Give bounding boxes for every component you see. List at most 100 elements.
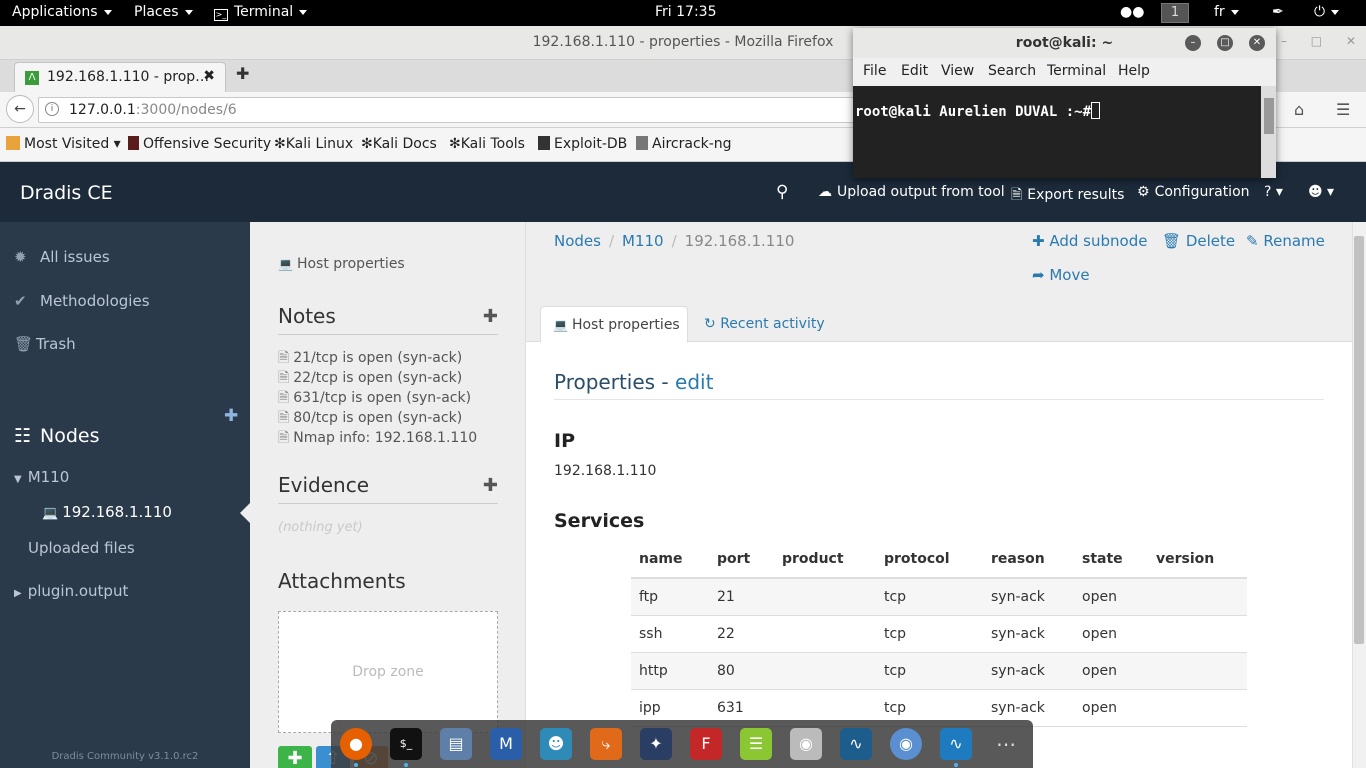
terminal-app-menu[interactable]: >_ Terminal [214, 4, 308, 21]
user-menu-icon[interactable]: ☻ ▾ [1308, 184, 1334, 200]
nodes-heading: ☷ Nodes [14, 425, 100, 447]
minimize-icon[interactable]: – [1185, 35, 1201, 51]
close-icon[interactable]: ✕ [1249, 35, 1265, 51]
add-evidence-icon[interactable]: ✚ [483, 475, 498, 496]
terminal-icon[interactable]: $_ [390, 728, 422, 760]
power-icon[interactable]: ⏻ [1314, 4, 1340, 20]
note-item[interactable]: 🗎 631/tcp is open (syn-ack) [278, 388, 477, 408]
menu-search[interactable]: Search [988, 63, 1036, 79]
folder-icon [6, 136, 20, 150]
places-menu[interactable]: Places [134, 4, 193, 20]
menu-terminal[interactable]: Terminal [1047, 63, 1106, 79]
search-icon[interactable]: ⚲ [776, 182, 788, 202]
cell-protocol: tcp [876, 615, 983, 653]
breadcrumb-nodes[interactable]: Nodes [554, 232, 601, 250]
configuration-button[interactable]: ⚙ Configuration [1137, 184, 1250, 200]
dradis-brand[interactable]: Dradis CE [20, 182, 113, 204]
clock[interactable]: Fri 17:35 [655, 4, 716, 20]
add-note-icon[interactable]: ✚ [483, 306, 498, 327]
back-arrow-icon[interactable]: ← [6, 95, 34, 123]
caret-down-icon[interactable]: ▼ [14, 474, 22, 485]
applications-menu[interactable]: Applications [12, 4, 112, 20]
bookmark-kali-linux[interactable]: ✻Kali Linux [274, 136, 353, 152]
wireshark-alt-icon[interactable]: ∿ [940, 728, 972, 760]
maximize-icon[interactable]: □ [1217, 35, 1233, 51]
cell-product [774, 578, 876, 616]
shell-prompt: root@kali Aurelien DUVAL :~# [855, 102, 1101, 120]
delete-button[interactable]: 🗑 Delete [1162, 232, 1235, 250]
note-item[interactable]: 🗎 Nmap info: 192.168.1.110 [278, 428, 477, 448]
tree-node-host[interactable]: 💻 192.168.1.110 [42, 503, 172, 521]
menu-help[interactable]: Help [1118, 63, 1150, 79]
info-icon[interactable]: i [45, 102, 59, 116]
breadcrumb-current: 192.168.1.110 [684, 232, 795, 250]
close-icon[interactable]: ✕ [1346, 34, 1356, 48]
chromium-icon[interactable]: ◉ [890, 728, 922, 760]
sidebar-item-all-issues[interactable]: ✹ All issues [14, 248, 110, 266]
cell-state: open [1074, 578, 1148, 616]
check-icon: ✔ [14, 292, 27, 310]
note-item[interactable]: 🗎 22/tcp is open (syn-ack) [278, 368, 477, 388]
upload-output-button[interactable]: ☁ Upload output from tool [818, 184, 1005, 200]
note-item[interactable]: 🗎 80/tcp is open (syn-ack) [278, 408, 477, 428]
dradis-favicon: Λ [25, 71, 39, 85]
drop-zone[interactable]: Drop zone [278, 611, 498, 733]
page-scrollbar-thumb[interactable] [1354, 236, 1364, 644]
show-apps-icon[interactable]: ⋯ [990, 728, 1022, 760]
tree-node-uploaded-files[interactable]: Uploaded files [28, 539, 135, 557]
bookmark-kali-tools[interactable]: ✻Kali Tools [449, 136, 525, 152]
leafpad-icon[interactable]: ☰ [740, 728, 772, 760]
users-icon[interactable]: ●● [1120, 4, 1144, 20]
minimize-icon[interactable]: – [1281, 34, 1287, 48]
bookmark-most-visited[interactable]: Most Visited ▾ [6, 136, 121, 152]
files-icon[interactable]: ▤ [440, 728, 472, 760]
keyboard-layout-menu[interactable]: fr [1214, 4, 1239, 20]
move-button[interactable]: ➦ Move [1032, 266, 1090, 284]
add-subnode-button[interactable]: ✚ Add subnode [1032, 232, 1147, 250]
armitage-icon[interactable]: ✦ [640, 728, 672, 760]
menu-file[interactable]: File [863, 63, 886, 79]
host-properties-link[interactable]: 💻 Host properties [278, 256, 405, 272]
note-item[interactable]: 🗎 21/tcp is open (syn-ack) [278, 348, 477, 368]
workspace-indicator[interactable]: 1 [1161, 3, 1189, 23]
bookmark-kali-docs[interactable]: ✻Kali Docs [361, 136, 437, 152]
edit-properties-link[interactable]: edit [675, 370, 713, 394]
maximize-icon[interactable]: □ [1311, 34, 1322, 48]
tree-node-m110[interactable]: ▼ M110 [14, 468, 69, 486]
burpsuite-icon[interactable]: ⤷ [590, 728, 622, 760]
wireshark-icon[interactable]: ∿ [840, 728, 872, 760]
breadcrumb-m110[interactable]: M110 [622, 232, 664, 250]
new-tab-icon[interactable]: ✚ [236, 64, 249, 83]
faraday-icon[interactable]: F [690, 728, 722, 760]
pen-icon[interactable]: ✒ [1272, 4, 1284, 20]
cell-protocol: tcp [876, 652, 983, 690]
terminal-scrollbar-thumb[interactable] [1264, 98, 1274, 134]
rename-button[interactable]: ✎ Rename [1246, 232, 1325, 250]
add-node-icon[interactable]: ✚ [224, 406, 238, 426]
tab-close-icon[interactable]: ✖ [203, 68, 215, 84]
caret-right-icon[interactable]: ▶ [14, 588, 22, 599]
menu-edit[interactable]: Edit [901, 63, 928, 79]
sidebar-item-methodologies[interactable]: ✔ Methodologies [14, 292, 150, 310]
export-results-button[interactable]: 🗎 Export results [1011, 184, 1124, 208]
menu-view[interactable]: View [941, 63, 974, 79]
help-menu[interactable]: ? ▾ [1264, 184, 1283, 200]
cell-state: open [1074, 689, 1148, 727]
hamburger-menu-icon[interactable]: ☰ [1336, 100, 1350, 119]
divider [554, 399, 1324, 400]
home-icon[interactable]: ⌂ [1294, 100, 1304, 119]
bookmark-offensive-security[interactable]: Offensive Security [128, 136, 271, 152]
tree-node-plugin-output[interactable]: ▶ plugin.output [14, 582, 128, 600]
terminal-output[interactable]: root@kali Aurelien DUVAL :~# [853, 86, 1261, 178]
bookmark-exploit-db[interactable]: Exploit-DB [538, 136, 627, 152]
tab-host-properties[interactable]: 💻 Host properties [540, 306, 688, 343]
sidebar-item-trash[interactable]: 🗑 Trash [14, 335, 76, 353]
browser-tab[interactable]: Λ 192.168.1.110 - prop… ✖ [14, 62, 226, 92]
tab-recent-activity[interactable]: ↻ Recent activity [704, 316, 825, 332]
add-attachment-button[interactable]: ✚ [278, 746, 312, 768]
metasploit-icon[interactable]: M [490, 728, 522, 760]
maltego-icon[interactable]: ☻ [540, 728, 572, 760]
screenshot-icon[interactable]: ◉ [790, 728, 822, 760]
bookmark-aircrack-ng[interactable]: Aircrack-ng [636, 136, 732, 152]
firefox-icon[interactable]: ● [340, 728, 372, 760]
